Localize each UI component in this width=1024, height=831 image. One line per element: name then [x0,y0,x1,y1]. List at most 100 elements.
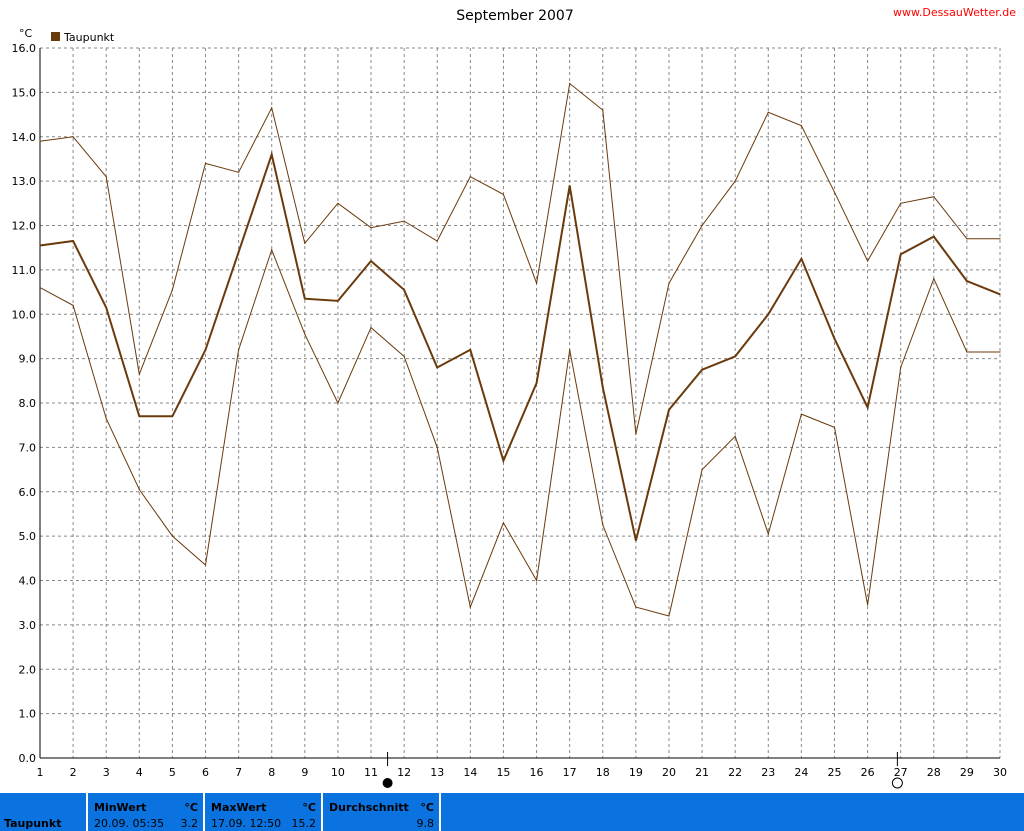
series-point-average [701,369,703,371]
series-point-average [403,289,405,291]
y-tick-label: 8.0 [19,397,37,410]
series-point-min [668,615,670,617]
x-tick-label: 16 [530,766,544,779]
series-point-min [469,606,471,608]
series-point-min [999,351,1001,353]
series-point-min [337,402,339,404]
series-point-max [999,238,1001,240]
y-tick-label: 12.0 [12,220,37,233]
series-point-min [370,326,372,329]
series-point-average [72,240,74,242]
series-point-max [105,176,107,178]
x-tick-label: 18 [596,766,610,779]
series-line-average [39,150,1001,541]
series-point-max [370,227,372,229]
x-tick-label: 13 [430,766,444,779]
series-point-max [238,171,240,173]
series-point-average [933,235,935,238]
series-point-max [304,242,306,244]
series-point-min [436,446,438,448]
x-tick-label: 10 [331,766,345,779]
legend-label: Taupunkt [63,31,115,44]
series-point-max [767,111,769,113]
series-point-min [966,351,968,353]
series-point-max [900,202,902,204]
legend-swatch [51,32,60,41]
series-point-average [535,382,538,384]
y-axis-unit: °C [19,27,33,40]
y-tick-label: 15.0 [12,86,37,99]
series-point-max [535,282,538,284]
summary-row-label-cell: Taupunkt [0,793,86,831]
series-point-average [502,460,505,462]
chart-title: September 2007 [456,8,573,24]
series-point-max [171,289,174,291]
series-point-max [436,240,438,242]
series-point-average [833,338,836,340]
series-point-min [502,522,505,524]
series-point-max [138,373,140,375]
y-tick-label: 3.0 [19,619,37,632]
series-point-average [238,251,240,253]
avg-unit: °C [420,801,434,814]
series-point-average [668,409,670,411]
summary-row-label: Taupunkt [4,817,62,830]
series-point-average [370,260,372,262]
y-tick-label: 2.0 [19,663,37,676]
series-point-max [734,180,736,182]
series-point-average [39,244,41,247]
x-tick-label: 25 [827,766,841,779]
x-tick-label: 17 [563,766,577,779]
series-point-max [966,238,968,240]
dew-point-chart: September 2007 www.DessauWetter.de °C Ta… [12,6,1016,789]
series-line-min [39,248,1000,617]
x-tick-label: 7 [235,766,242,779]
x-tick-label: 29 [960,766,974,779]
series-point-min [635,606,637,608]
series-point-min [105,417,107,420]
site-link[interactable]: www.DessauWetter.de [893,6,1016,19]
y-tick-label: 16.0 [12,42,37,55]
series-point-average [138,415,140,417]
series-point-average [105,306,107,309]
series-point-min [602,524,604,526]
x-tick-label: 30 [993,766,1007,779]
series-point-min [238,349,240,351]
series-point-max [569,82,571,85]
series-point-min [900,366,902,369]
series-point-min [866,604,869,606]
series-point-max [933,196,935,198]
series-point-min [271,249,273,251]
series-point-average [271,153,273,156]
avg-value: 9.8 [416,817,435,830]
x-tick-label: 9 [301,766,308,779]
series-point-max [502,193,505,196]
series-point-max [72,136,74,138]
summary-bar: Taupunkt MinWert °C 20.09. 05:35 3.2 Max… [0,793,1024,831]
series-point-max [800,125,802,127]
y-tick-label: 0.0 [19,752,37,765]
min-label: MinWert [94,801,147,814]
y-tick-label: 4.0 [19,575,37,588]
x-tick-label: 2 [70,766,77,779]
series-point-max [701,224,703,227]
series-point-average [602,386,604,389]
min-value: 3.2 [180,817,199,830]
summary-min-cell: MinWert °C 20.09. 05:35 3.2 [88,793,203,831]
series-point-min [204,564,207,566]
series-point-average [734,355,736,358]
series-point-max [602,109,604,111]
series-point-average [171,415,174,417]
y-tick-label: 7.0 [19,441,37,454]
series-point-min [933,278,935,280]
series-point-average [204,349,207,351]
full-moon-icon [891,777,903,789]
max-label: MaxWert [211,801,267,814]
x-tick-label: 27 [894,766,908,779]
y-tick-label: 5.0 [19,530,37,543]
series-point-max [403,220,405,222]
max-time: 17.09. 12:50 [211,817,282,830]
x-tick-label: 8 [268,766,275,779]
x-tick-label: 4 [136,766,143,779]
series-point-max [635,433,637,435]
